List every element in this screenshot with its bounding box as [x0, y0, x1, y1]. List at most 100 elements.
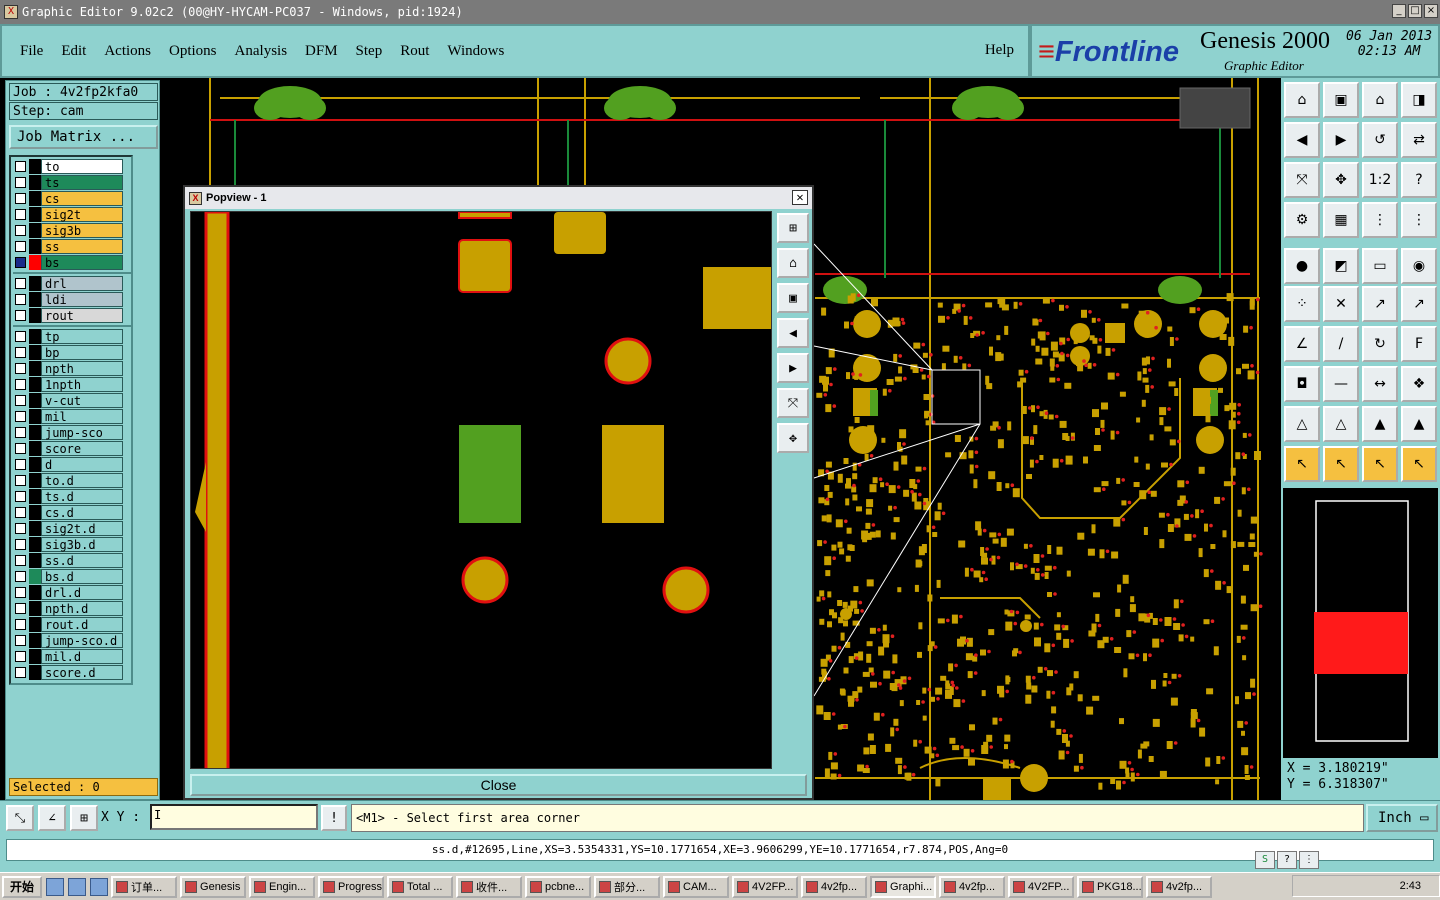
layer-row[interactable]: tp [13, 329, 123, 344]
layer-color-swatch[interactable] [29, 441, 41, 456]
layer-name[interactable]: jump-sco [41, 425, 123, 440]
popview-close-icon[interactable]: ✕ [792, 190, 808, 205]
layer-name[interactable]: jump-sco.d [41, 633, 123, 648]
layer-checkbox[interactable] [15, 587, 26, 598]
layer-color-swatch[interactable] [29, 585, 41, 600]
layer-row[interactable]: npth [13, 361, 123, 376]
taskbar-button[interactable]: 4V2FP... [1008, 875, 1075, 898]
maximize-icon[interactable]: □ [1408, 4, 1422, 18]
menu-windows[interactable]: Windows [447, 43, 504, 60]
popview-zoom-in-icon[interactable]: ⊞ [777, 213, 809, 243]
layer-name[interactable]: score [41, 441, 123, 456]
layer-row[interactable]: cs [13, 191, 123, 206]
layer-row[interactable]: drl [13, 276, 123, 291]
layer-name[interactable]: to.d [41, 473, 123, 488]
layer-name[interactable]: bs [41, 255, 123, 270]
layer-row[interactable]: ts [13, 175, 123, 190]
select-multi-icon[interactable]: ↖ [1401, 446, 1437, 482]
layers-red-alt-icon[interactable]: ⋮ [1401, 202, 1437, 238]
feature-pad-icon[interactable]: ● [1284, 248, 1320, 284]
taskbar-button[interactable]: 收件... [456, 875, 523, 898]
layer-color-swatch[interactable] [29, 537, 41, 552]
layer-name[interactable]: npth [41, 361, 123, 376]
layer-name[interactable]: sig3b [41, 223, 123, 238]
triangle-icon[interactable]: △ [1323, 406, 1359, 442]
layer-row[interactable]: to.d [13, 473, 123, 488]
layer-checkbox[interactable] [15, 177, 26, 188]
taskbar-button[interactable]: Progress [318, 875, 385, 898]
popview-close-button[interactable]: Close [190, 774, 807, 796]
taskbar-button[interactable]: Genesis [180, 875, 247, 898]
layer-checkbox[interactable] [15, 278, 26, 289]
angle-snap-icon[interactable]: ∠ [38, 805, 66, 831]
layer-row[interactable]: d [13, 457, 123, 472]
taskbar-button[interactable]: Graphi... [870, 875, 937, 898]
zoom-fit-icon[interactable]: ⤧ [1284, 162, 1320, 198]
layer-name[interactable]: sig3b.d [41, 537, 123, 552]
layer-color-swatch[interactable] [29, 207, 41, 222]
layer-checkbox[interactable] [15, 209, 26, 220]
menu-actions[interactable]: Actions [104, 43, 151, 60]
layer-name[interactable]: bp [41, 345, 123, 360]
layer-row[interactable]: sig2t.d [13, 521, 123, 536]
layer-color-swatch[interactable] [29, 489, 41, 504]
layer-name[interactable]: 1npth [41, 377, 123, 392]
taskbar-button[interactable]: 部分... [594, 875, 661, 898]
menu-file[interactable]: File [20, 43, 43, 60]
taskbar-button[interactable]: PKG18... [1077, 875, 1144, 898]
select-box-icon[interactable]: ↖ [1323, 446, 1359, 482]
help-small-icon[interactable]: ? [1277, 851, 1297, 869]
group-icon[interactable]: ❖ [1401, 366, 1437, 402]
layer-color-swatch[interactable] [29, 601, 41, 616]
layer-color-swatch[interactable] [29, 425, 41, 440]
zoom-bottom-icon[interactable]: ▣ [1323, 82, 1359, 118]
layer-checkbox[interactable] [15, 491, 26, 502]
layer-color-swatch[interactable] [29, 345, 41, 360]
layer-color-swatch[interactable] [29, 329, 41, 344]
popview-zoom-home-icon[interactable]: ⌂ [777, 248, 809, 278]
layer-row[interactable]: sig3b.d [13, 537, 123, 552]
angle-icon[interactable]: ∠ [1284, 326, 1320, 362]
job-matrix-button[interactable]: Job Matrix ... [9, 125, 158, 149]
layer-checkbox[interactable] [15, 667, 26, 678]
layer-checkbox[interactable] [15, 571, 26, 582]
layer-name[interactable]: mil [41, 409, 123, 424]
layer-row[interactable]: sig2t [13, 207, 123, 222]
layer-color-swatch[interactable] [29, 276, 41, 291]
layer-row[interactable]: rout.d [13, 617, 123, 632]
layer-color-swatch[interactable] [29, 292, 41, 307]
layer-color-swatch[interactable] [29, 457, 41, 472]
layer-color-swatch[interactable] [29, 255, 41, 270]
layer-name[interactable]: rout.d [41, 617, 123, 632]
layer-checkbox[interactable] [15, 603, 26, 614]
triangle-blue-icon[interactable]: ▲ [1401, 406, 1437, 442]
line-edit-icon[interactable]: ↗ [1401, 286, 1437, 322]
layer-checkbox[interactable] [15, 294, 26, 305]
layer-checkbox[interactable] [15, 619, 26, 630]
layer-color-swatch[interactable] [29, 633, 41, 648]
snap-mode-icon[interactable]: ⤡ [6, 805, 34, 831]
net-node-icon[interactable]: ⁘ [1284, 286, 1320, 322]
layer-color-swatch[interactable] [29, 159, 41, 174]
layer-row[interactable]: jump-sco [13, 425, 123, 440]
layer-row[interactable]: score.d [13, 665, 123, 680]
taskbar-button[interactable]: pcbne... [525, 875, 592, 898]
layer-row[interactable]: ldi [13, 292, 123, 307]
layer-checkbox[interactable] [15, 331, 26, 342]
menu-help[interactable]: Help [985, 42, 1014, 59]
grid-snap-icon[interactable]: ⊞ [70, 805, 98, 831]
layer-checkbox[interactable] [15, 241, 26, 252]
layer-checkbox[interactable] [15, 363, 26, 374]
minimize-icon[interactable]: _ [1392, 4, 1406, 18]
layer-checkbox[interactable] [15, 193, 26, 204]
xy-input[interactable]: I [150, 804, 318, 830]
layer-checkbox[interactable] [15, 651, 26, 662]
layer-color-swatch[interactable] [29, 569, 41, 584]
dimension-icon[interactable]: ↔ [1362, 366, 1398, 402]
layer-name[interactable]: ss [41, 239, 123, 254]
arc-icon[interactable]: ↻ [1362, 326, 1398, 362]
layer-checkbox[interactable] [15, 555, 26, 566]
taskbar-button[interactable]: Engin... [249, 875, 316, 898]
text-f-icon[interactable]: F [1401, 326, 1437, 362]
taskbar-button[interactable]: 4v2fp... [939, 875, 1006, 898]
